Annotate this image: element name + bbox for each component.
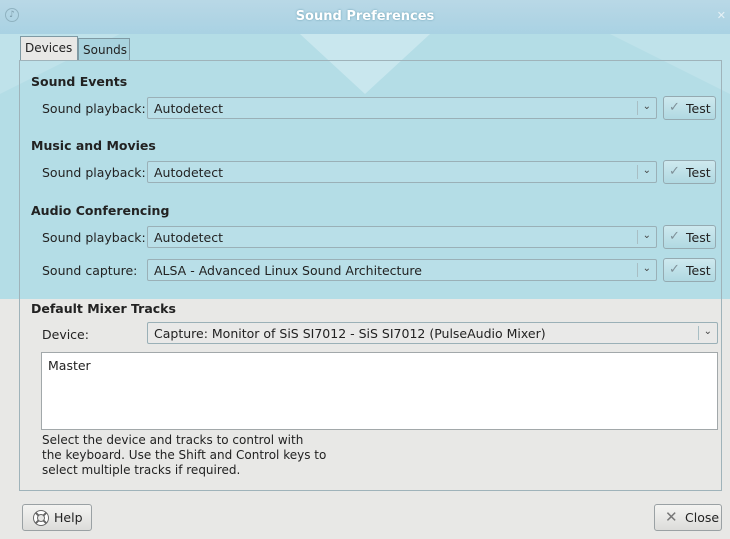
- tab-devices[interactable]: Devices: [20, 36, 78, 60]
- chevron-down-icon: ⌄: [642, 263, 651, 274]
- checkmark-icon: ✓: [669, 229, 680, 244]
- help-text-line: the keyboard. Use the Shift and Control …: [42, 448, 327, 462]
- mixer-device-combo[interactable]: Capture: Monitor of SiS SI7012 - SiS SI7…: [147, 322, 718, 344]
- chevron-down-icon: ⌄: [642, 165, 651, 176]
- section-title-audio-conferencing: Audio Conferencing: [31, 203, 170, 218]
- conferencing-capture-combo[interactable]: ALSA - Advanced Linux Sound Architecture…: [147, 259, 657, 281]
- combo-separator: [637, 263, 638, 277]
- section-title-default-mixer-tracks: Default Mixer Tracks: [31, 301, 176, 316]
- title-bar: ♪ Sound Preferences ✕: [0, 0, 730, 34]
- combo-separator: [698, 326, 699, 340]
- music-playback-label: Sound playback:: [42, 165, 146, 180]
- close-button[interactable]: ✕ Close: [654, 504, 722, 531]
- combo-separator: [637, 230, 638, 244]
- section-title-sound-events: Sound Events: [31, 74, 128, 89]
- conferencing-playback-label: Sound playback:: [42, 230, 146, 245]
- checkmark-icon: ✓: [669, 100, 680, 115]
- chevron-down-icon: ⌄: [703, 326, 712, 337]
- conferencing-capture-label: Sound capture:: [42, 263, 138, 278]
- combo-value: Autodetect: [154, 101, 224, 116]
- help-text-line: select multiple tracks if required.: [42, 463, 241, 477]
- close-label: Close: [685, 510, 720, 525]
- conferencing-playback-test-button[interactable]: ✓ Test: [663, 225, 716, 249]
- checkmark-icon: ✓: [669, 164, 680, 179]
- chevron-down-icon: ⌄: [642, 101, 651, 112]
- help-button[interactable]: Help: [22, 504, 92, 531]
- lifebuoy-icon: [33, 510, 49, 526]
- music-playback-combo[interactable]: Autodetect ⌄: [147, 161, 657, 183]
- sound-events-test-button[interactable]: ✓ Test: [663, 96, 716, 120]
- section-title-music-and-movies: Music and Movies: [31, 138, 156, 153]
- test-label: Test: [686, 230, 711, 245]
- combo-separator: [637, 101, 638, 115]
- test-label: Test: [686, 101, 711, 116]
- sound-events-playback-combo[interactable]: Autodetect ⌄: [147, 97, 657, 119]
- help-label: Help: [54, 510, 83, 525]
- test-label: Test: [686, 165, 711, 180]
- conferencing-playback-combo[interactable]: Autodetect ⌄: [147, 226, 657, 248]
- mixer-help-text: Select the device and tracks to control …: [42, 433, 362, 478]
- checkmark-icon: ✓: [669, 262, 680, 277]
- close-icon: ✕: [665, 508, 678, 526]
- combo-value: ALSA - Advanced Linux Sound Architecture: [154, 263, 422, 278]
- combo-value: Autodetect: [154, 165, 224, 180]
- help-text-line: Select the device and tracks to control …: [42, 433, 304, 447]
- window-title: Sound Preferences: [295, 9, 435, 24]
- device-label: Device:: [42, 327, 89, 342]
- tab-sounds[interactable]: Sounds: [78, 38, 130, 60]
- test-label: Test: [686, 263, 711, 278]
- conferencing-capture-test-button[interactable]: ✓ Test: [663, 258, 716, 282]
- window-close-icon[interactable]: ✕: [717, 9, 726, 22]
- list-item[interactable]: Master: [48, 358, 91, 373]
- combo-value: Capture: Monitor of SiS SI7012 - SiS SI7…: [154, 326, 546, 341]
- sound-events-playback-label: Sound playback:: [42, 101, 146, 116]
- music-test-button[interactable]: ✓ Test: [663, 160, 716, 184]
- combo-value: Autodetect: [154, 230, 224, 245]
- mixer-tracks-list[interactable]: Master: [41, 352, 718, 430]
- combo-separator: [637, 165, 638, 179]
- chevron-down-icon: ⌄: [642, 230, 651, 241]
